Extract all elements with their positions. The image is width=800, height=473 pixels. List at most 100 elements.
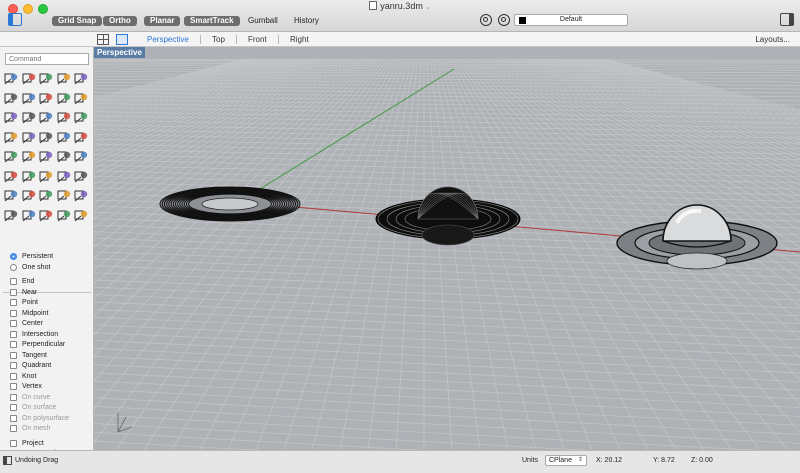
history-toggle[interactable]: History — [294, 16, 319, 26]
render-icon[interactable] — [56, 188, 72, 203]
osnap-target-icon[interactable] — [498, 14, 510, 26]
mesh-icon[interactable] — [21, 130, 37, 145]
split-icon[interactable] — [38, 169, 54, 184]
checkbox[interactable] — [10, 383, 17, 390]
osnap-vertex[interactable]: Vertex — [10, 382, 94, 392]
checkbox[interactable] — [10, 393, 17, 401]
sweep-icon[interactable] — [56, 130, 72, 145]
checkbox[interactable] — [10, 320, 17, 327]
viewport-canvas[interactable] — [94, 47, 800, 450]
radio-button[interactable] — [10, 253, 17, 260]
layouts-button[interactable]: Layouts... — [755, 35, 790, 44]
osnap-on-curve[interactable]: On curve — [10, 393, 94, 403]
circle-icon[interactable] — [56, 71, 72, 86]
osnap-intersection[interactable]: Intersection — [10, 330, 94, 340]
grid-snap-toggle[interactable]: Grid Snap — [52, 16, 103, 26]
point-icon[interactable] — [21, 71, 37, 86]
osnap-project[interactable]: Project — [10, 439, 94, 449]
osnap-midpoint[interactable]: Midpoint — [10, 309, 94, 319]
osnap-on-mesh[interactable]: On mesh — [10, 424, 94, 434]
osnap-on-surface[interactable]: On surface — [10, 403, 94, 413]
radio-button[interactable] — [10, 263, 17, 271]
boolean-icon[interactable] — [56, 110, 72, 125]
osnap-on-polysurface[interactable]: On polysurface — [10, 414, 94, 424]
text-icon[interactable] — [73, 130, 89, 145]
analyze-icon[interactable] — [38, 188, 54, 203]
checkbox[interactable] — [10, 341, 17, 348]
box-icon[interactable] — [3, 110, 19, 125]
perspective-viewport[interactable]: Perspective — [94, 47, 800, 450]
checkbox[interactable] — [10, 330, 17, 338]
checkbox[interactable] — [10, 351, 17, 359]
move-icon[interactable] — [38, 149, 54, 164]
tab-perspective[interactable]: Perspective — [147, 35, 189, 44]
scale-icon[interactable] — [56, 149, 72, 164]
osnap-tangent[interactable]: Tangent — [10, 351, 94, 361]
earth-icon[interactable] — [73, 208, 89, 223]
checkbox[interactable] — [10, 439, 17, 447]
light-icon[interactable] — [3, 208, 19, 223]
osnap-point[interactable]: Point — [10, 298, 94, 308]
checkbox[interactable] — [10, 414, 17, 422]
osnap-perpendicular[interactable]: Perpendicular — [10, 340, 94, 350]
layer-select[interactable]: Default — [514, 14, 628, 26]
osnap-knot[interactable]: Knot — [10, 372, 94, 382]
checkbox[interactable] — [10, 309, 17, 317]
cylinder-icon[interactable] — [73, 110, 89, 125]
checkbox[interactable] — [10, 362, 17, 369]
tab-right[interactable]: Right — [290, 35, 309, 44]
viewport-label[interactable]: Perspective — [94, 47, 145, 58]
osnap-quadrant[interactable]: Quadrant — [10, 361, 94, 371]
loft-icon[interactable] — [73, 91, 89, 106]
osnap-end[interactable]: End — [10, 277, 94, 287]
revolve-icon[interactable] — [38, 130, 54, 145]
ortho-toggle[interactable]: Ortho — [103, 16, 137, 26]
command-input[interactable] — [5, 53, 89, 65]
osnap-persistent[interactable]: Persistent — [10, 252, 94, 262]
polyline-icon[interactable] — [38, 71, 54, 86]
rectangle-icon[interactable] — [3, 91, 19, 106]
osnap-one-shot[interactable]: One shot — [10, 263, 94, 273]
display-mode-icon[interactable] — [38, 208, 54, 223]
edit-points-icon[interactable] — [21, 188, 37, 203]
command-history-icon[interactable] — [3, 456, 12, 465]
checkbox[interactable] — [10, 299, 17, 306]
material-icon[interactable] — [73, 188, 89, 203]
checkbox[interactable] — [10, 372, 17, 380]
checkbox[interactable] — [10, 404, 17, 411]
checkbox[interactable] — [10, 288, 17, 296]
osnap-center[interactable]: Center — [10, 319, 94, 329]
mirror-icon[interactable] — [3, 169, 19, 184]
curve-icon[interactable] — [73, 71, 89, 86]
arc-icon[interactable] — [21, 91, 37, 106]
tab-top[interactable]: Top — [212, 35, 225, 44]
color-icon[interactable] — [56, 208, 72, 223]
array-icon[interactable] — [73, 149, 89, 164]
cone-icon[interactable] — [3, 130, 19, 145]
planar-toggle[interactable]: Planar — [144, 16, 181, 26]
checkbox[interactable] — [10, 425, 17, 432]
transform-icon[interactable] — [3, 149, 19, 164]
single-viewport-icon[interactable] — [116, 34, 128, 45]
cplane-select[interactable]: CPlane ⇕ — [545, 455, 587, 466]
rotate-icon[interactable] — [21, 149, 37, 164]
filter-icon[interactable] — [480, 14, 492, 26]
dimension-icon[interactable] — [56, 169, 72, 184]
right-sidebar-toggle-icon[interactable] — [780, 13, 794, 26]
four-viewports-icon[interactable] — [97, 34, 109, 45]
grid-icon[interactable] — [3, 188, 19, 203]
trim-icon[interactable] — [21, 169, 37, 184]
osnap-near[interactable]: Near — [10, 288, 94, 298]
zoom-icon[interactable] — [21, 208, 37, 223]
left-sidebar-toggle-icon[interactable] — [8, 13, 22, 26]
gumball-toggle[interactable]: Gumball — [248, 16, 278, 26]
tab-front[interactable]: Front — [248, 35, 267, 44]
checkbox[interactable] — [10, 278, 17, 285]
sphere-icon[interactable] — [21, 110, 37, 125]
surface-icon[interactable] — [56, 91, 72, 106]
select-arrow-icon[interactable] — [3, 71, 19, 86]
extrude-icon[interactable] — [38, 110, 54, 125]
smarttrack-toggle[interactable]: SmartTrack — [184, 16, 240, 26]
fillet-icon[interactable] — [38, 91, 54, 106]
hatch-icon[interactable] — [73, 169, 89, 184]
